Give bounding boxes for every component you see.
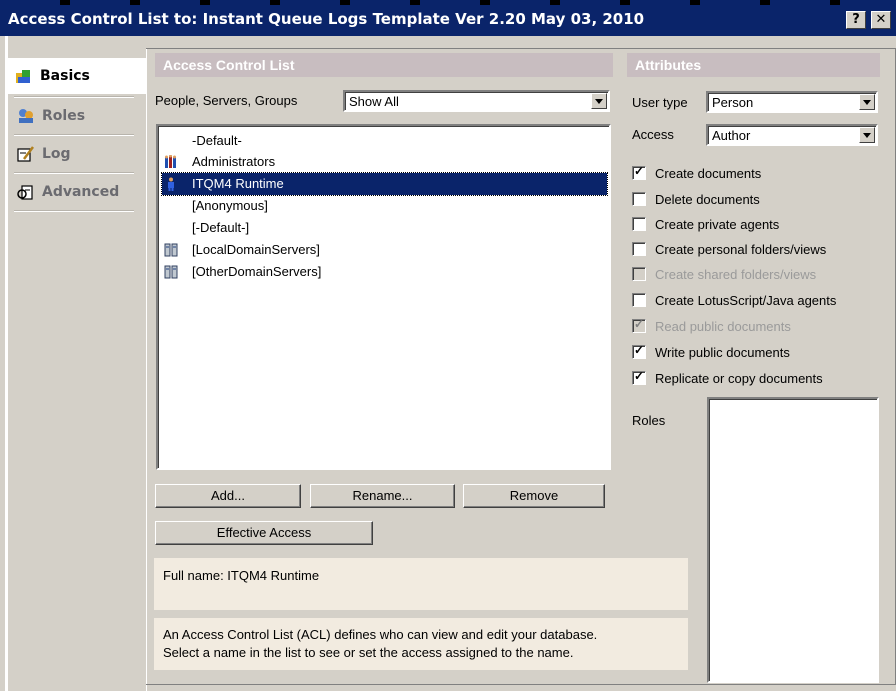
checkbox-label: Create documents: [655, 165, 762, 181]
checkbox-label: Create LotusScript/Java agents: [655, 292, 837, 308]
chevron-down-icon[interactable]: [859, 127, 875, 143]
chevron-down-icon[interactable]: [591, 93, 607, 109]
checkbox-label: Create personal folders/views: [655, 241, 827, 257]
group-icon: [165, 155, 176, 168]
tab-divider: [14, 210, 134, 212]
checkbox-label: Create private agents: [655, 216, 780, 232]
effective-access-button[interactable]: Effective Access: [155, 521, 373, 545]
checkbox[interactable]: [632, 192, 646, 206]
close-button[interactable]: ✕: [871, 11, 891, 29]
tab-basics-label: Basics: [40, 68, 90, 84]
list-item[interactable]: [Anonymous]: [162, 195, 607, 217]
list-item-label: ITQM4 Runtime: [192, 176, 284, 191]
access-select[interactable]: Author: [706, 124, 878, 146]
log-icon: [17, 146, 34, 162]
tab-basics[interactable]: Basics: [8, 58, 146, 94]
checkbox-label: Read public documents: [655, 318, 791, 334]
checkbox[interactable]: [632, 217, 646, 231]
checkbox-create-private-agents[interactable]: Create private agents: [632, 214, 779, 234]
checkbox[interactable]: [632, 242, 646, 256]
title-bar: Access Control List to: Instant Queue Lo…: [0, 0, 896, 36]
list-item[interactable]: [LocalDomainServers]: [162, 239, 607, 261]
roles-list[interactable]: [707, 397, 879, 683]
list-item-label: [LocalDomainServers]: [192, 242, 320, 257]
list-item[interactable]: -Default-: [162, 130, 607, 152]
checkbox-delete-documents[interactable]: Delete documents: [632, 189, 760, 209]
checkbox[interactable]: [632, 369, 646, 385]
checkbox-write-public-documents[interactable]: Write public documents: [632, 342, 790, 362]
user-type-value: Person: [712, 95, 754, 110]
list-item-label: -Default-: [192, 133, 242, 148]
checkbox-create-personal-folders[interactable]: Create personal folders/views: [632, 239, 826, 259]
full-name-box: Full name: ITQM4 Runtime: [154, 558, 688, 610]
checkbox-label: Create shared folders/views: [655, 266, 817, 282]
filter-select-value: Show All: [349, 94, 399, 109]
tab-roles-label: Roles: [42, 108, 86, 124]
user-type-select[interactable]: Person: [706, 91, 878, 113]
checkbox: [632, 267, 646, 281]
checkbox-create-lotusscript-agents[interactable]: Create LotusScript/Java agents: [632, 290, 836, 310]
checkbox-label: Write public documents: [655, 344, 790, 360]
help-text-line-1: An Access Control List (ACL) defines who…: [163, 627, 598, 642]
checkbox[interactable]: [632, 343, 646, 359]
filter-label: People, Servers, Groups: [155, 93, 298, 108]
remove-button[interactable]: Remove: [463, 484, 605, 508]
checkbox-label: Delete documents: [655, 191, 760, 207]
tab-advanced-label: Advanced: [42, 184, 120, 200]
list-item-label: [Anonymous]: [192, 198, 268, 213]
server-group-icon: [164, 265, 178, 279]
access-value: Author: [712, 128, 751, 143]
server-group-icon: [164, 243, 178, 257]
filter-select[interactable]: Show All: [343, 90, 610, 112]
list-item-selected[interactable]: ITQM4 Runtime: [161, 172, 608, 196]
tab-roles[interactable]: Roles: [10, 98, 140, 134]
chevron-down-icon[interactable]: [859, 94, 875, 110]
checkbox-create-documents[interactable]: Create documents: [632, 163, 761, 183]
checkbox[interactable]: [632, 293, 646, 307]
checkbox-replicate-documents[interactable]: Replicate or copy documents: [632, 368, 823, 388]
title-bar-top-strip: [0, 0, 896, 5]
checkbox: [632, 317, 646, 333]
checkbox[interactable]: [632, 164, 646, 180]
roles-label: Roles: [632, 413, 666, 428]
add-button[interactable]: Add...: [155, 484, 301, 508]
basics-icon: [16, 70, 30, 83]
help-text-line-2: Select a name in the list to see or set …: [163, 645, 574, 660]
tab-log-label: Log: [42, 146, 71, 162]
help-text-box: An Access Control List (ACL) defines who…: [154, 618, 688, 670]
checkbox-label: Replicate or copy documents: [655, 370, 823, 386]
list-item-label: Administrators: [192, 154, 276, 169]
tab-advanced[interactable]: Advanced: [10, 174, 140, 210]
advanced-icon: [17, 185, 33, 200]
checkbox-read-public-documents: Read public documents: [632, 316, 791, 336]
window-title: Access Control List to: Instant Queue Lo…: [8, 10, 645, 28]
list-item-label: [OtherDomainServers]: [192, 264, 322, 279]
checkbox-create-shared-folders: Create shared folders/views: [632, 264, 816, 284]
tab-log[interactable]: Log: [10, 136, 140, 172]
acl-entry-list[interactable]: -Default- Administrators ITQM4 Runtime […: [156, 124, 611, 470]
tab-panel-border: [5, 36, 8, 691]
full-name-text: Full name: ITQM4 Runtime: [163, 568, 320, 583]
person-icon: [168, 177, 174, 191]
attributes-section-header: Attributes: [627, 53, 880, 77]
acl-section-header: Access Control List: [155, 53, 613, 77]
help-button[interactable]: ?: [846, 11, 866, 29]
list-item[interactable]: [-Default-]: [162, 217, 607, 239]
list-item[interactable]: [OtherDomainServers]: [162, 261, 607, 283]
list-item[interactable]: Administrators: [162, 151, 607, 173]
rename-button[interactable]: Rename...: [310, 484, 455, 508]
user-type-label: User type: [632, 95, 688, 110]
list-item-label: [-Default-]: [192, 220, 250, 235]
access-label: Access: [632, 127, 674, 142]
roles-icon: [19, 109, 33, 123]
